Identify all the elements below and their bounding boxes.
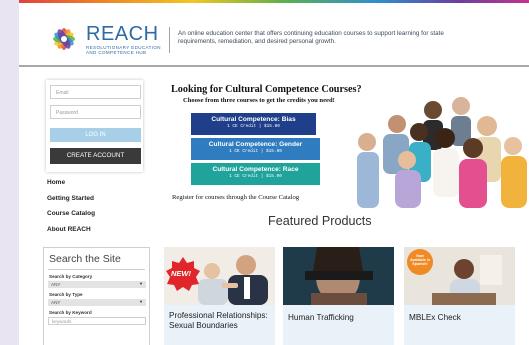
sidebar-item-getting-started[interactable]: Getting Started [47,191,147,207]
login-button[interactable]: LOG IN [50,128,141,142]
product-title[interactable]: MBLEx Check [409,313,513,323]
product-image [283,247,394,305]
type-label: Search by Type [49,292,83,297]
banner-footer[interactable]: Register for courses through the Course … [172,194,299,201]
category-label: Search by Category [49,274,93,279]
sidebar-item-about[interactable]: About REACH [47,222,147,238]
password-field[interactable]: Password [50,105,141,119]
sidebar-item-home[interactable]: Home [47,175,147,191]
search-panel: Search the Site Search by Category ANY ▼… [43,247,150,345]
search-title: Search the Site [49,253,121,265]
course-gender-button[interactable]: Cultural Competence: Gender 1 CE Credit … [191,138,320,160]
featured-title: Featured Products [268,214,372,228]
course-title: Cultural Competence: Gender [208,141,303,148]
chevron-down-icon: ▼ [139,299,143,304]
course-credit: 1 CE Credit | $15.00 [227,124,280,129]
product-title[interactable]: Professional Relationships: Sexual Bound… [169,311,273,331]
type-select[interactable]: ANY ▼ [48,299,146,306]
diverse-people-image [357,97,527,208]
spanish-badge-text: Now Available in Spanish! [410,254,430,267]
page: REACH RESOLUTIONARY EDUCATION AND COMPET… [19,0,529,345]
product-card[interactable]: NEW! Professional Relationships: Sexual … [164,247,275,345]
product-photo-icon [283,247,394,305]
category-select[interactable]: ANY ▼ [48,281,146,288]
product-card[interactable]: Human Trafficking [283,247,394,345]
keyword-label: Search by Keyword [49,310,92,315]
banner-subtitle: Choose from three courses to get the cre… [183,97,335,104]
course-credit: 1 CE Credit | $15.00 [229,149,282,154]
email-field[interactable]: Email [50,85,141,99]
course-title: Cultural Competence: Race [212,166,299,173]
search-divider [48,269,145,270]
course-bias-button[interactable]: Cultural Competence: Bias 1 CE Credit | … [191,113,316,135]
course-title: Cultural Competence: Bias [211,116,296,123]
header-divider [169,27,170,53]
person [357,97,527,208]
category-value: ANY [51,282,61,287]
logo-tagline: RESOLUTIONARY EDUCATION AND COMPETENCE H… [86,45,161,55]
sidebar-item-course-catalog[interactable]: Course Catalog [47,206,147,222]
course-race-button[interactable]: Cultural Competence: Race 1 CE Credit | … [191,163,320,185]
product-title[interactable]: Human Trafficking [288,313,392,323]
chevron-down-icon: ▼ [139,281,143,286]
site-header: REACH RESOLUTIONARY EDUCATION AND COMPET… [19,3,529,65]
sidebar-nav: Home Getting Started Course Catalog Abou… [47,175,147,237]
course-credit: 1 CE Credit | $15.00 [229,174,282,179]
banner-title: Looking for Cultural Competence Courses? [171,84,362,95]
product-card[interactable]: Now Available in Spanish! MBLEx Check [404,247,515,345]
new-badge-text: NEW! [171,269,191,278]
keyword-input[interactable]: keywords [48,317,146,325]
type-value: ANY [51,300,61,305]
reach-logo-icon[interactable] [46,21,82,57]
header-rule [19,65,529,67]
logo-wordmark[interactable]: REACH [86,23,159,46]
create-account-button[interactable]: CREATE ACCOUNT [50,148,141,164]
login-panel: Email Password LOG IN CREATE ACCOUNT [46,80,143,172]
site-description: An online education center that offers c… [178,30,444,45]
